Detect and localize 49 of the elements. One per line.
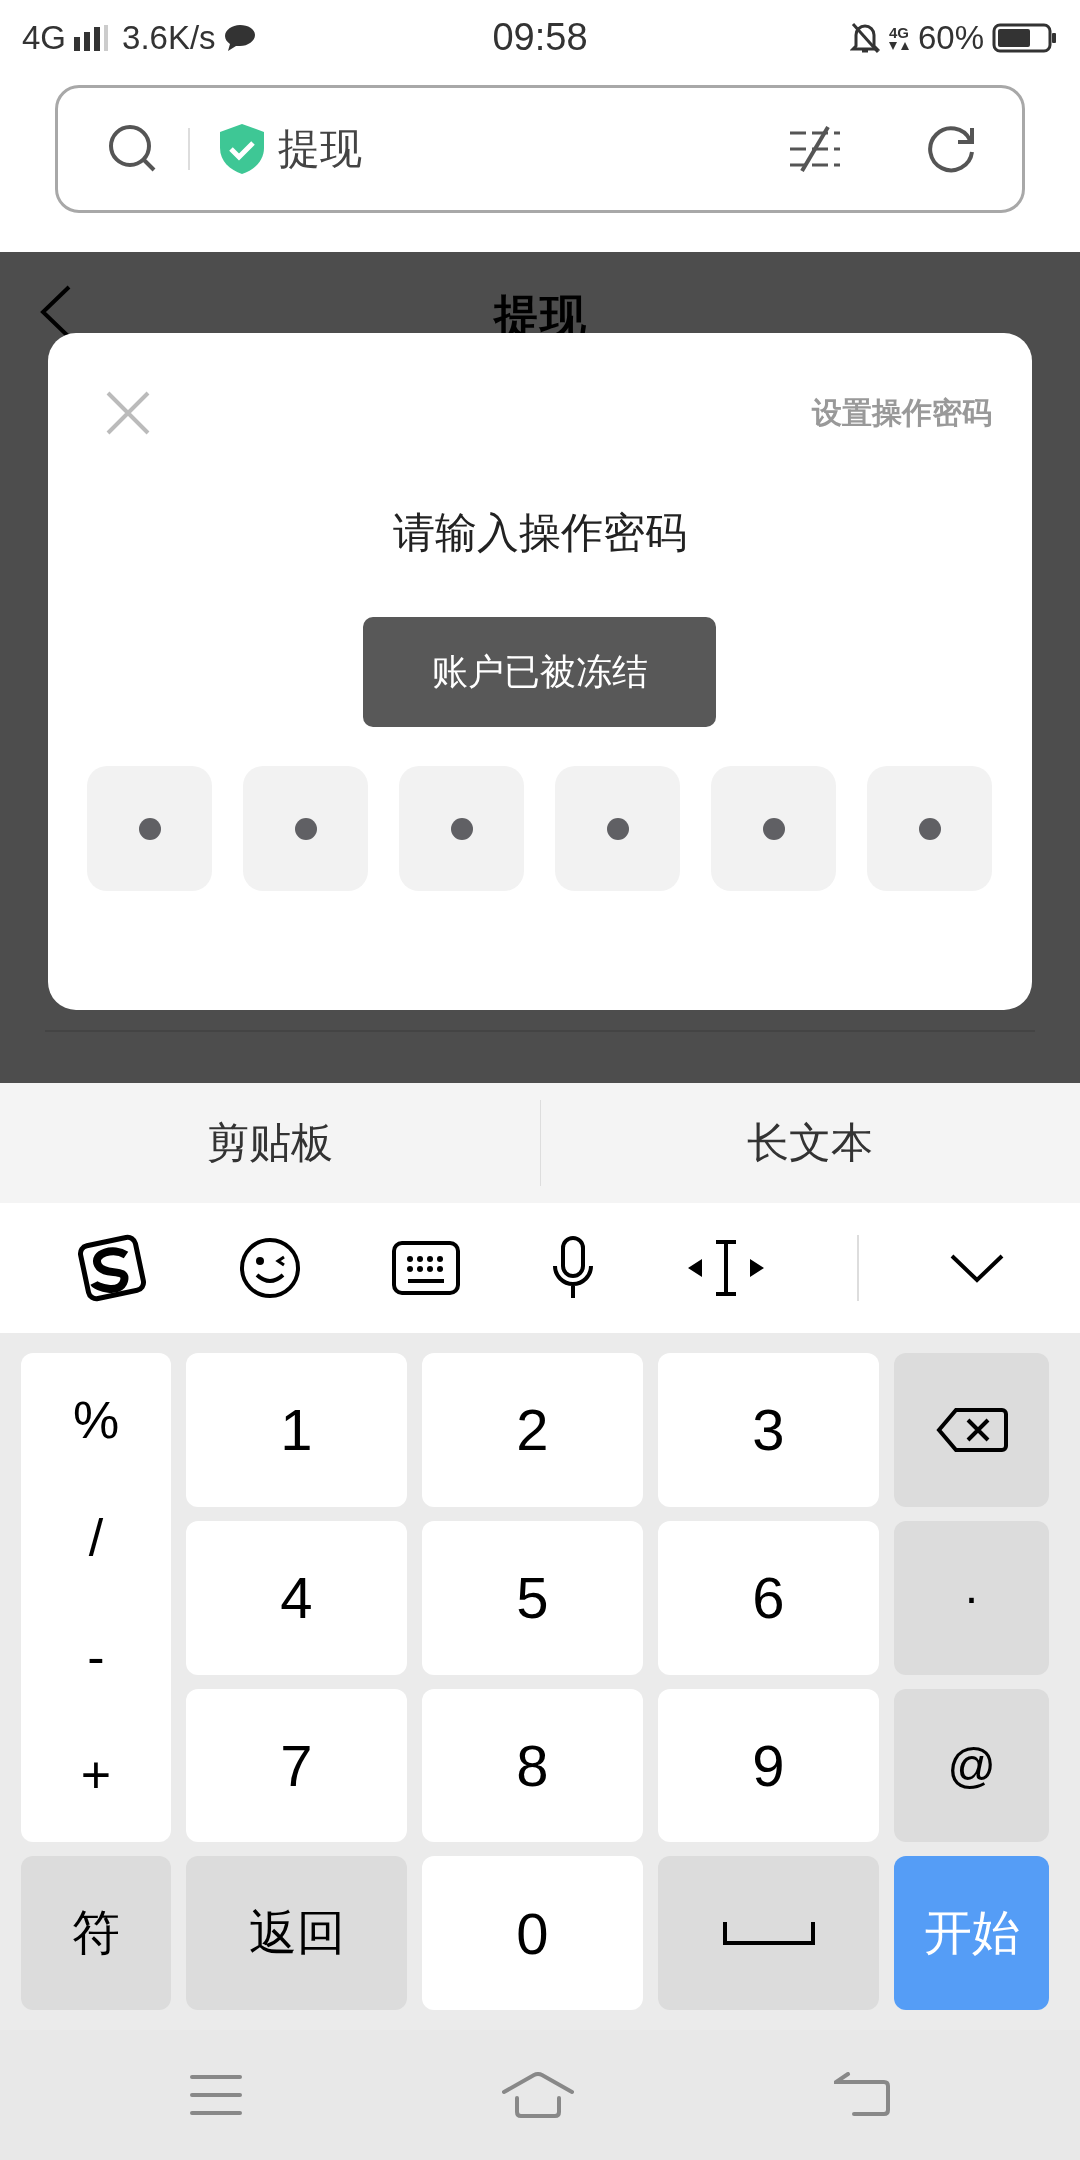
pin-digit-box[interactable] bbox=[867, 766, 992, 891]
space-icon[interactable] bbox=[722, 1920, 815, 1947]
dialog-title: 请输入操作密码 bbox=[393, 508, 687, 558]
collapse-keyboard-icon[interactable] bbox=[950, 1253, 1005, 1283]
function-key[interactable]: 返回 bbox=[186, 1856, 407, 2010]
toast-message: 账户已被冻结 bbox=[363, 617, 716, 727]
bell-off-icon bbox=[849, 20, 880, 55]
data-arrows-icon bbox=[887, 40, 910, 51]
pin-digit-box[interactable] bbox=[243, 766, 368, 891]
symbol-key[interactable]: % bbox=[52, 1390, 140, 1451]
pin-digit-box[interactable] bbox=[87, 766, 212, 891]
digit-key[interactable]: 1 bbox=[186, 1353, 407, 1507]
symbol-key[interactable]: + bbox=[60, 1745, 132, 1806]
candidate-button[interactable]: 长文本 bbox=[540, 1083, 1080, 1203]
address-bar[interactable]: 提现 bbox=[55, 85, 1025, 213]
digit-key[interactable]: 3 bbox=[658, 1353, 879, 1507]
function-key[interactable]: · bbox=[894, 1520, 1049, 1675]
clock: 09:58 bbox=[492, 16, 588, 59]
digit-key[interactable]: 0 bbox=[422, 1856, 643, 2010]
microphone-icon[interactable] bbox=[551, 1236, 595, 1300]
network-speed: 3.6K/s bbox=[122, 18, 216, 57]
battery-icon bbox=[992, 22, 1058, 53]
digit-key[interactable]: 2 bbox=[422, 1353, 643, 1507]
emoji-icon[interactable] bbox=[238, 1237, 301, 1299]
symbol-key[interactable]: / bbox=[68, 1508, 124, 1569]
pin-digit-box[interactable] bbox=[399, 766, 524, 891]
pin-digit-box[interactable] bbox=[555, 766, 680, 891]
network-type: 4G bbox=[22, 18, 67, 57]
digit-key[interactable]: 6 bbox=[658, 1520, 879, 1675]
home-icon[interactable] bbox=[502, 2072, 574, 2118]
keyboard-icon[interactable] bbox=[391, 1241, 460, 1295]
digit-key[interactable]: 9 bbox=[658, 1688, 879, 1843]
digit-key[interactable]: 4 bbox=[186, 1520, 407, 1675]
battery-percent: 60% bbox=[917, 18, 984, 57]
menu-icon[interactable] bbox=[190, 2074, 242, 2116]
function-key[interactable]: 符 bbox=[21, 1856, 171, 2010]
shield-check-icon bbox=[218, 123, 266, 175]
page-title: 提现 bbox=[278, 124, 362, 174]
function-key[interactable]: @ bbox=[894, 1688, 1049, 1843]
filter-icon[interactable] bbox=[788, 125, 842, 173]
pin-digit-box[interactable] bbox=[711, 766, 836, 891]
candidate-button[interactable]: 剪贴板 bbox=[0, 1083, 540, 1203]
digit-key[interactable]: 8 bbox=[422, 1688, 643, 1843]
symbol-key[interactable]: - bbox=[67, 1626, 125, 1687]
chat-bubble-icon bbox=[223, 23, 256, 52]
data-label: 4G bbox=[888, 24, 909, 41]
digit-key[interactable]: 5 bbox=[422, 1520, 643, 1675]
backspace-icon[interactable] bbox=[935, 1406, 1008, 1453]
digit-key[interactable]: 7 bbox=[186, 1688, 407, 1843]
